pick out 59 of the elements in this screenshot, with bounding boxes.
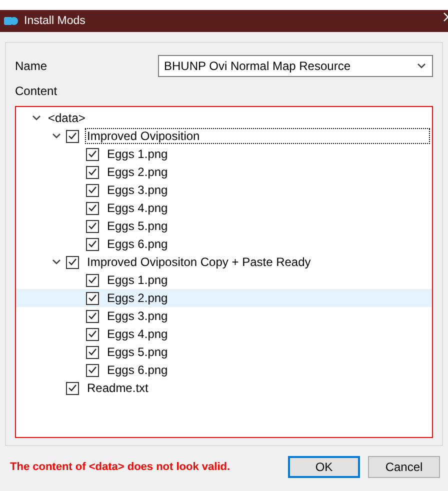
checkbox[interactable]: [66, 256, 79, 268]
tree-item-label: Eggs 2.png: [106, 164, 169, 180]
tree-item-label: Eggs 1.png: [106, 272, 169, 288]
checkbox[interactable]: [86, 310, 99, 322]
name-dropdown[interactable]: BHUNP Ovi Normal Map Resource: [158, 55, 433, 77]
tree-row[interactable]: Eggs 5.png: [16, 343, 432, 361]
cancel-button[interactable]: Cancel: [368, 456, 440, 478]
tree-row[interactable]: Eggs 1.png: [16, 271, 432, 289]
dropdown-chevron-icon[interactable]: [417, 63, 426, 69]
tree-row[interactable]: Eggs 3.png: [16, 307, 432, 325]
tree-row[interactable]: Eggs 4.png: [16, 325, 432, 343]
checkbox[interactable]: [66, 382, 79, 394]
expand-chevron-icon[interactable]: [32, 115, 40, 121]
tree-row[interactable]: Eggs 6.png: [16, 361, 432, 379]
tree-row[interactable]: Eggs 3.png: [16, 181, 432, 199]
checkbox[interactable]: [86, 148, 99, 160]
checkbox[interactable]: [86, 328, 99, 340]
tree-item-label: Eggs 1.png: [106, 146, 169, 162]
tree-item-label: Readme.txt: [86, 380, 150, 396]
tree-row[interactable]: Eggs 2.png: [16, 163, 432, 181]
expand-chevron-icon[interactable]: [52, 259, 60, 265]
tree-item-label: Eggs 5.png: [106, 218, 169, 234]
tree-item-label: Eggs 2.png: [106, 290, 169, 306]
checkbox[interactable]: [86, 292, 99, 304]
window-title: Install Mods: [24, 15, 86, 27]
tree-item-label: Eggs 4.png: [106, 200, 169, 216]
tree-row[interactable]: Readme.txt: [16, 379, 432, 397]
tree-row[interactable]: Eggs 2.png: [16, 289, 432, 307]
checkbox[interactable]: [86, 364, 99, 376]
expand-chevron-icon[interactable]: [52, 133, 60, 139]
tree-row[interactable]: Improved Oviposition: [16, 127, 432, 145]
checkbox[interactable]: [86, 166, 99, 178]
checkbox[interactable]: [86, 184, 99, 196]
tree-item-label: Eggs 3.png: [106, 182, 169, 198]
content-label: Content: [15, 84, 58, 98]
tree-row[interactable]: Eggs 1.png: [16, 145, 432, 163]
tree-item-label: Eggs 5.png: [106, 344, 169, 360]
tree-row[interactable]: Eggs 6.png: [16, 235, 432, 253]
tree-row[interactable]: Eggs 5.png: [16, 217, 432, 235]
tree-item-label: Improved Ovipositon Copy + Paste Ready: [86, 254, 312, 270]
checkbox[interactable]: [86, 346, 99, 358]
tree-item-label: Eggs 4.png: [106, 326, 169, 342]
name-label: Name: [15, 59, 48, 73]
tree-row[interactable]: <data>: [16, 109, 432, 127]
tree-item-label: Eggs 6.png: [106, 236, 169, 252]
checkbox[interactable]: [86, 274, 99, 286]
tree-item-label: Eggs 3.png: [106, 308, 169, 324]
tree-row[interactable]: Eggs 4.png: [16, 199, 432, 217]
ok-button[interactable]: OK: [288, 456, 360, 478]
checkbox[interactable]: [86, 220, 99, 232]
tree-item-label: Improved Oviposition: [85, 128, 430, 144]
error-message: The content of <data> does not look valid.: [10, 461, 232, 473]
tree-item-label: <data>: [47, 110, 86, 126]
tree-row[interactable]: Improved Ovipositon Copy + Paste Ready: [16, 253, 432, 271]
checkbox[interactable]: [66, 130, 79, 142]
app-icon: [4, 17, 18, 25]
tree-item-label: Eggs 6.png: [106, 362, 169, 378]
checkbox[interactable]: [86, 202, 99, 214]
checkbox[interactable]: [86, 238, 99, 250]
